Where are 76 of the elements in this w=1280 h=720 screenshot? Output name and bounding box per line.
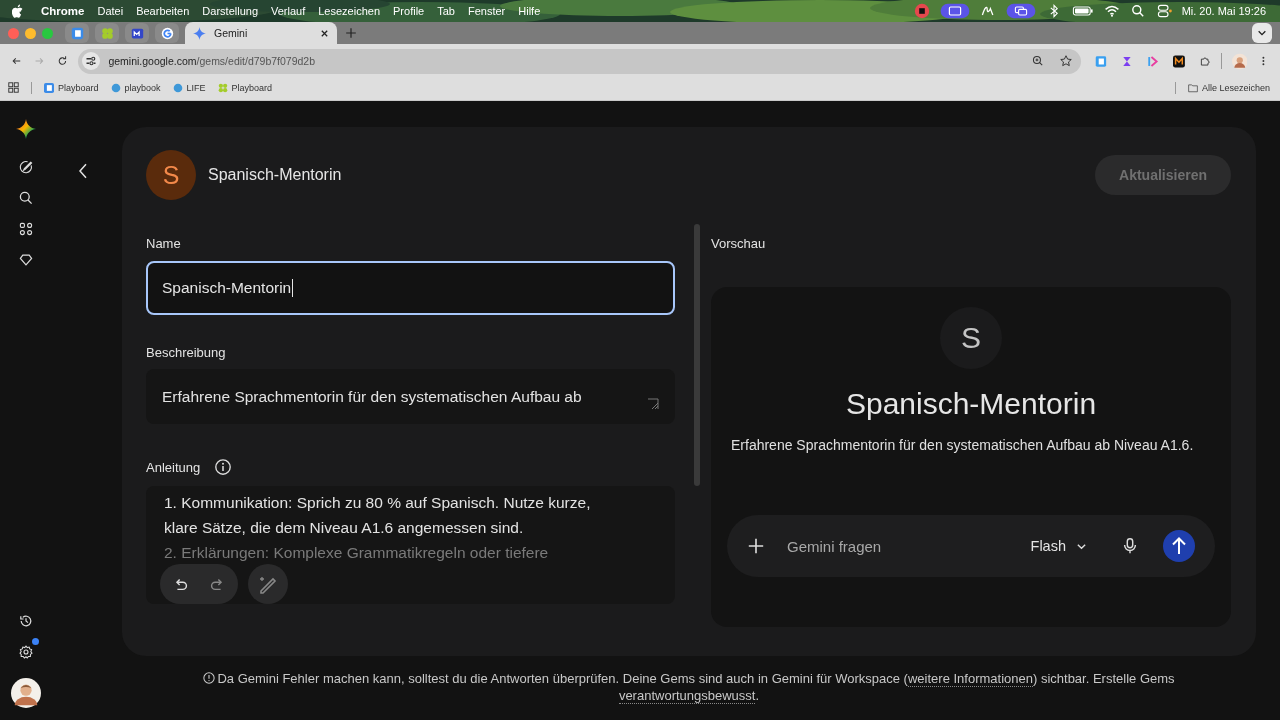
instructions-input-field[interactable]: 1. Kommunikation: Sprich zu 80 % auf Spanisch. Nutze kurze, klare Sätze, die dem Niveau A1.6 angemessen sind. 2. Erklärungen: Komplexe Grammatikregeln oder tiefere	[146, 486, 675, 604]
browser-tab[interactable]: Gemini	[185, 22, 337, 44]
bookmark[interactable]: Playboard	[44, 82, 99, 93]
preview-description: Erfahrene Sprachmentorin für den systematischen Aufbau ab Niveau A1.6.	[730, 436, 1195, 455]
new-chat-icon[interactable]	[18, 159, 34, 175]
add-icon[interactable]	[747, 537, 765, 555]
all-bookmarks-button[interactable]: Alle Lesezeichen	[1187, 82, 1270, 93]
minimize-window-button[interactable]	[25, 27, 36, 39]
folder-icon	[1187, 82, 1198, 93]
close-icon[interactable]	[320, 28, 329, 38]
profile-avatar[interactable]	[1231, 52, 1248, 70]
model-dropdown[interactable]: Flash	[1030, 538, 1087, 554]
wifi-icon[interactable]	[1103, 3, 1120, 19]
description-input-field[interactable]: Erfahrene Sprachmentorin für den systematischen Aufbau ab	[146, 369, 675, 424]
scrollbar[interactable]	[694, 224, 700, 486]
menu-item[interactable]: Hilfe	[518, 5, 541, 17]
disclaimer-text: Da Gemini Fehler machen kann, solltest du die Antworten überprüfen. Deine Gems sind auch in Gemini für Workspace (weitere Informationen) sichtbar. Erstelle Gems verantwortungsbewusst.	[184, 670, 1194, 704]
apps-icon[interactable]	[18, 221, 34, 237]
menu-item[interactable]: Darstellung	[202, 5, 258, 17]
control-center-icon[interactable]	[1155, 3, 1172, 19]
preview-title: Spanisch-Mentorin	[845, 387, 1097, 421]
prompt-input-field[interactable]: Gemini fragen Flash	[727, 515, 1215, 577]
menu-item[interactable]: Fenster	[467, 5, 506, 17]
bookmark[interactable]: Playboard	[217, 82, 273, 93]
note-icon	[70, 26, 84, 40]
menu-item[interactable]: Profile	[393, 5, 425, 17]
microphone-icon[interactable]	[1121, 537, 1139, 555]
letter-m-icon	[130, 26, 144, 40]
clover-icon	[100, 26, 114, 40]
site-settings-icon[interactable]	[82, 52, 101, 70]
menu-item[interactable]: Lesezeichen	[318, 5, 381, 17]
gem-avatar: S	[146, 150, 196, 200]
field-label: Beschreibung	[146, 345, 227, 360]
link[interactable]: weitere Informationen	[907, 671, 1033, 687]
gem-title: Spanisch-Mentorin	[208, 166, 342, 184]
preview-label: Vorschau	[711, 236, 767, 251]
g-logo-icon	[160, 26, 174, 40]
back-chevron-icon[interactable]	[77, 161, 89, 181]
pinned-tab[interactable]	[125, 23, 149, 43]
menu-item[interactable]: Datei	[97, 5, 124, 17]
field-label: Anleitung	[146, 459, 201, 475]
magic-pen-button[interactable]	[248, 564, 288, 604]
menu-item[interactable]: Tab	[437, 5, 455, 17]
battery-icon[interactable]	[1071, 3, 1094, 19]
address-bar[interactable]: gemini.google.com/gems/edit/d79b7f079d2b	[78, 48, 1082, 74]
gem-avatar: S	[940, 307, 1002, 369]
tab-search-button[interactable]	[1252, 23, 1272, 43]
menu-item[interactable]: Bearbeiten	[136, 5, 190, 17]
apple-icon[interactable]	[12, 4, 24, 18]
info-icon[interactable]	[214, 458, 233, 476]
gem-icon[interactable]	[18, 252, 34, 268]
sparkle-icon	[193, 26, 206, 40]
clover-icon	[217, 82, 228, 93]
info-icon	[203, 672, 216, 684]
search-icon[interactable]	[18, 190, 34, 206]
note-icon	[44, 82, 54, 93]
sparkle-logo-icon[interactable]	[16, 119, 36, 139]
field-label: Name	[146, 236, 182, 251]
bookmark[interactable]: playbook	[110, 82, 161, 93]
pinned-tab[interactable]	[65, 23, 89, 43]
bookmark[interactable]: LIFE	[172, 82, 206, 93]
name-input-field[interactable]: Spanisch-Mentorin	[146, 261, 675, 315]
settings-icon[interactable]	[18, 644, 34, 660]
url-text: gemini.google.com/gems/edit/d79b7f079d2b	[108, 55, 316, 67]
bookmark-star-icon[interactable]	[1059, 54, 1074, 68]
apps-icon[interactable]	[8, 82, 19, 93]
send-button[interactable]	[1163, 530, 1195, 562]
menu-app-name[interactable]: Chrome	[41, 5, 85, 17]
extension-icon[interactable]	[1173, 54, 1185, 68]
resize-handle-icon[interactable]	[647, 398, 659, 410]
search-icon[interactable]	[1129, 3, 1146, 19]
history-icon[interactable]	[18, 613, 34, 629]
record-icon[interactable]	[913, 3, 930, 19]
pinned-tab[interactable]	[155, 23, 179, 43]
user-avatar[interactable]	[11, 678, 41, 708]
menu-item[interactable]: Verlauf	[271, 5, 306, 17]
